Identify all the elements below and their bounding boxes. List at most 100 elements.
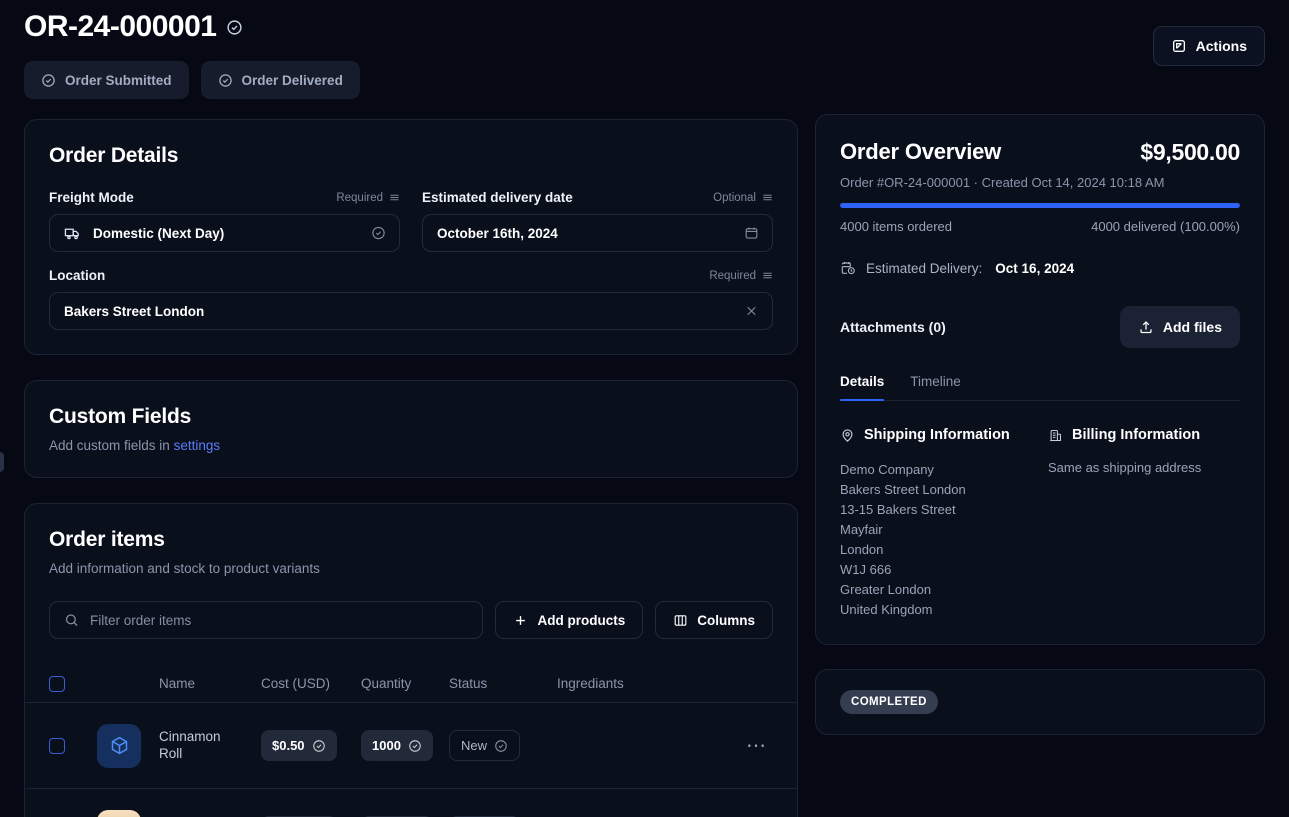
row-cost-pill[interactable]: $0.50 [261,730,337,761]
package-icon [97,724,141,768]
row-quantity-pill[interactable]: 1000 [361,730,433,761]
status-badge: COMPLETED [840,690,938,714]
location-field: Location Required Bakers Street London [49,268,773,330]
filter-order-items-input[interactable] [90,613,468,628]
row-status-pill[interactable]: New [449,730,520,761]
actions-button-label: Actions [1196,38,1247,54]
order-details-fields: Freight Mode Required D [49,190,773,330]
add-products-button[interactable]: Add products [495,601,643,639]
order-detail-page: OR-24-000001 Order Submitted Order Deliv… [0,0,1289,817]
delivery-date-label: Estimated delivery date [422,190,573,205]
custom-fields-card: Custom Fields Add custom fields in setti… [24,380,798,478]
status-chip-row: Order Submitted Order Delivered [24,61,1265,99]
row-name-line2: Roll [159,746,261,763]
row-quantity-cell: 1000 [361,730,449,761]
delivery-date-field: Estimated delivery date Optional October… [422,190,773,252]
progress-legend: 4000 items ordered 4000 delivered (100.0… [840,219,1240,234]
shipping-information-block: Shipping Information Demo Company Bakers… [840,427,1032,620]
status-chip-order-submitted[interactable]: Order Submitted [24,61,189,99]
row-status-cell: New [449,730,557,761]
header-ingrediants: Ingrediants [557,676,685,691]
sliders-icon [389,192,400,203]
tab-details[interactable]: Details [840,374,884,400]
order-items-toolbar: Add products Columns [25,601,797,639]
tab-timeline[interactable]: Timeline [910,374,961,400]
columns-label: Columns [697,613,755,628]
address-line: W1J 666 [840,560,1032,580]
left-edge-scroll-handle[interactable] [0,452,4,472]
check-circle-icon [41,73,56,88]
order-items-subtitle: Add information and stock to product var… [49,561,773,576]
columns-icon [673,613,688,628]
freight-mode-label: Freight Mode [49,190,134,205]
header-name: Name [159,676,261,691]
order-status-card: COMPLETED [815,669,1265,735]
delivery-date-input[interactable]: October 16th, 2024 [422,214,773,252]
filter-order-items-wrap[interactable] [49,601,483,639]
delivery-progress-fill [840,203,1240,208]
freight-mode-field: Freight Mode Required D [49,190,400,252]
table-row[interactable]: Medium Classic $3.00 1000 [25,789,797,817]
order-details-title: Order Details [49,144,773,168]
freight-mode-select[interactable]: Domestic (Next Day) [49,214,400,252]
order-overview-title: Order Overview [840,139,1001,165]
actions-button[interactable]: Actions [1153,26,1265,66]
billing-information-label: Billing Information [1072,427,1200,443]
calendar-icon [744,226,759,241]
columns-button[interactable]: Columns [655,601,773,639]
estimated-delivery-label: Estimated Delivery: [866,261,982,276]
add-files-button[interactable]: Add files [1120,306,1240,348]
sliders-icon [762,270,773,281]
location-label: Location [49,268,105,283]
order-details-card: Order Details Freight Mode Required [24,119,798,355]
status-chip-label: Order Delivered [242,73,343,88]
info-grid: Shipping Information Demo Company Bakers… [840,427,1240,620]
check-circle-icon [226,19,243,36]
row-quantity-value: 1000 [372,738,401,753]
settings-link[interactable]: settings [174,438,221,453]
location-value: Bakers Street London [64,304,204,319]
status-chip-label: Order Submitted [65,73,172,88]
location-flag-text: Required [709,270,756,282]
location-label-row: Location Required [49,268,773,283]
header-quantity: Quantity [361,676,449,691]
row-name-line1: Cinnamon [159,729,261,746]
address-line: Demo Company [840,460,1032,480]
truck-icon [64,225,81,242]
location-flag: Required [709,270,773,282]
location-input[interactable]: Bakers Street London [49,292,773,330]
check-circle-icon [312,739,326,753]
row-checkbox[interactable] [49,738,65,754]
external-link-icon [1171,38,1187,54]
row-menu-button[interactable]: ⋯ [746,736,773,756]
overview-tabs: Details Timeline [840,374,1240,401]
custom-fields-subtitle-text: Add custom fields in [49,438,170,453]
row-thumb-cell [97,810,159,817]
close-icon[interactable] [744,304,759,319]
custom-fields-title: Custom Fields [49,405,773,429]
row-cost-cell: $0.50 [261,730,361,761]
address-line: 13-15 Bakers Street [840,500,1032,520]
delivery-date-flag: Optional [713,192,773,204]
shipping-information-label: Shipping Information [864,427,1010,443]
delivery-date-flag-text: Optional [713,192,756,204]
order-overview-top: Order Overview $9,500.00 [840,139,1240,166]
shipping-address: Demo Company Bakers Street London 13-15 … [840,460,1032,620]
add-files-label: Add files [1163,319,1222,335]
plus-icon [513,613,528,628]
row-checkbox-cell [49,738,97,754]
estimated-delivery-date: Oct 16, 2024 [995,261,1074,276]
select-all-checkbox[interactable] [49,676,65,692]
page-header: OR-24-000001 Order Submitted Order Deliv… [24,10,1265,99]
table-row[interactable]: Cinnamon Roll $0.50 1000 [25,703,797,789]
custom-fields-subtitle: Add custom fields in settings [49,438,773,453]
delivery-date-label-row: Estimated delivery date Optional [422,190,773,205]
order-items-header: Order items Add information and stock to… [25,528,797,576]
table-header-row: Name Cost (USD) Quantity Status Ingredia… [25,665,797,703]
row-status-value: New [461,738,487,753]
check-circle-icon [218,73,233,88]
check-circle-icon [371,226,386,241]
billing-note: Same as shipping address [1048,460,1240,475]
status-chip-order-delivered[interactable]: Order Delivered [201,61,360,99]
address-line: London [840,540,1032,560]
